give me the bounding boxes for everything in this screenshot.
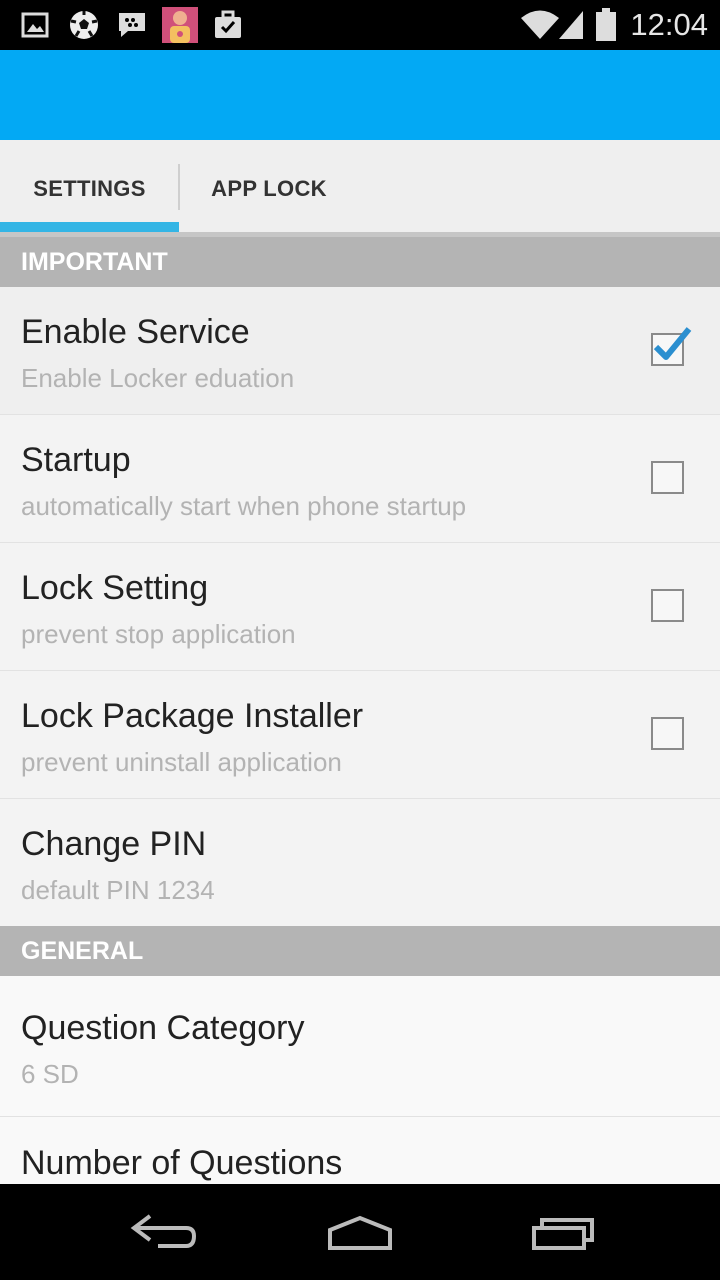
pref-summary: 6 SD — [21, 1059, 79, 1089]
pref-summary: prevent uninstall application — [21, 747, 342, 777]
home-button[interactable] — [315, 1204, 405, 1260]
pref-question-category[interactable]: Question Category 6 SD — [0, 976, 720, 1117]
startup-checkbox[interactable] — [651, 461, 684, 494]
soccer-ball-icon — [66, 7, 102, 43]
pref-title: Number of Questions — [21, 1144, 343, 1182]
check-mark-icon — [653, 327, 692, 360]
signal-icon — [556, 7, 586, 43]
pref-enable-service[interactable]: Enable Service Enable Locker eduation — [0, 287, 720, 415]
battery-icon — [594, 7, 618, 43]
briefcase-check-icon — [211, 7, 245, 43]
section-header-general: GENERAL — [0, 926, 720, 976]
bbm-chat-icon — [115, 7, 149, 43]
pref-change-pin[interactable]: Change PIN default PIN 1234 — [0, 799, 720, 926]
navigation-bar — [0, 1184, 720, 1280]
lock-package-installer-checkbox[interactable] — [651, 717, 684, 750]
pref-title: Question Category — [21, 1009, 305, 1047]
pref-summary: automatically start when phone startup — [21, 491, 467, 521]
image-icon — [20, 7, 50, 43]
pref-summary: Enable Locker eduation — [21, 363, 295, 393]
clock: 12:04 — [630, 7, 708, 42]
pref-summary: default PIN 1234 — [21, 875, 215, 905]
tab-app-lock[interactable]: APP LOCK — [180, 140, 358, 238]
pref-title: Lock Package Installer — [21, 697, 364, 735]
settings-list[interactable]: IMPORTANT Enable Service Enable Locker e… — [0, 237, 720, 1184]
recent-apps-icon — [532, 1218, 594, 1250]
back-icon — [130, 1214, 197, 1248]
pref-lock-setting[interactable]: Lock Setting prevent stop application — [0, 543, 720, 671]
section-header-important: IMPORTANT — [0, 237, 720, 287]
pref-summary: prevent stop application — [21, 619, 296, 649]
recent-apps-button[interactable] — [517, 1204, 607, 1260]
back-button[interactable] — [115, 1204, 205, 1260]
pref-startup[interactable]: Startup automatically start when phone s… — [0, 415, 720, 543]
pref-title: Startup — [21, 441, 131, 479]
pref-lock-package-installer[interactable]: Lock Package Installer prevent uninstall… — [0, 671, 720, 799]
pref-title: Change PIN — [21, 825, 207, 863]
status-bar: 12:04 — [0, 0, 720, 50]
home-icon — [328, 1215, 392, 1250]
lock-setting-checkbox[interactable] — [651, 589, 684, 622]
pref-number-of-questions[interactable]: Number of Questions — [0, 1117, 720, 1184]
pref-title: Enable Service — [21, 313, 250, 351]
pref-title: Lock Setting — [21, 569, 209, 607]
wifi-icon — [520, 7, 560, 43]
enable-service-checkbox[interactable] — [651, 327, 692, 366]
app-avatar-icon — [162, 7, 198, 43]
selected-tab-indicator — [0, 222, 179, 232]
action-bar — [0, 50, 720, 140]
